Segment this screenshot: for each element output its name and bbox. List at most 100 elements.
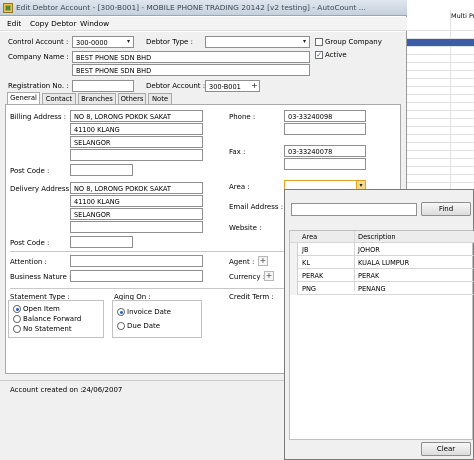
grid-row: [407, 111, 474, 119]
grid-row: [407, 47, 474, 55]
aging-on-group: [112, 300, 202, 338]
delivery-address-line-3[interactable]: SELANGOR: [70, 208, 203, 220]
radio-no-statement[interactable]: [13, 325, 21, 333]
radio-balance-forward[interactable]: [13, 315, 21, 323]
tab-branches[interactable]: Branches: [78, 93, 116, 104]
menu-window[interactable]: Window: [80, 19, 109, 28]
area-lookup-table: Area Description JB JOHOR KL KUALA LUMPU…: [289, 230, 474, 440]
grid-row: [407, 127, 474, 135]
agent-lookup-icon[interactable]: +: [258, 256, 268, 266]
area-search-input[interactable]: [291, 203, 417, 216]
grid-row: [407, 31, 474, 39]
control-account-label: Control Account :: [8, 38, 69, 46]
currency-label: Currency :: [229, 273, 266, 281]
row-area: KL: [302, 259, 310, 267]
menu-edit[interactable]: Edit: [7, 19, 21, 28]
billing-post-code-field[interactable]: [70, 164, 133, 176]
area-lookup-popup: Find Area Description JB JOHOR KL KUALA …: [284, 189, 474, 460]
group-company-checkbox[interactable]: [315, 38, 323, 46]
tab-label: Contact: [45, 95, 73, 103]
active-checkbox[interactable]: ✓: [315, 51, 323, 59]
tab-label: Others: [120, 95, 144, 103]
chevron-down-icon[interactable]: ▾: [300, 37, 309, 47]
company-name-2-value: BEST PHONE SDN BHD: [76, 67, 152, 75]
title-bar[interactable]: Edit Debtor Account - [300-B001] - MOBIL…: [0, 0, 407, 16]
clear-button[interactable]: Clear: [421, 442, 471, 456]
no-statement-label: No Statement: [23, 325, 72, 333]
column-header-area: Area: [302, 233, 318, 241]
billing-address-line-1-value: NO 8, LORONG POKOK SAKAT: [74, 113, 171, 121]
delivery-address-line-4[interactable]: [70, 221, 203, 233]
company-name-field[interactable]: BEST PHONE SDN BHD: [72, 51, 310, 63]
grid-row: [407, 63, 474, 71]
debtor-type-combo[interactable]: ▾: [205, 36, 310, 48]
company-name-label: Company Name :: [8, 53, 69, 61]
delivery-address-line-2[interactable]: 41100 KLANG: [70, 195, 203, 207]
table-row[interactable]: KL KUALA LUMPUR: [290, 256, 474, 269]
grid-column-header: Multi Pr: [451, 12, 474, 20]
table-row[interactable]: PNG PENANG: [290, 282, 474, 295]
email-address-label: Email Address :: [229, 203, 284, 211]
radio-due-date[interactable]: [117, 322, 125, 330]
plus-icon[interactable]: +: [250, 81, 259, 91]
business-nature-field[interactable]: [70, 270, 203, 282]
credit-term-label: Credit Term :: [229, 293, 274, 301]
debtor-account-value: 300-B001: [209, 83, 241, 91]
fax-2-field[interactable]: [284, 158, 366, 170]
tab-label: General: [10, 94, 37, 102]
grid-row: [407, 71, 474, 79]
grid-row: [407, 167, 474, 175]
table-row[interactable]: PERAK PERAK: [290, 269, 474, 282]
tab-contact[interactable]: Contact: [42, 93, 76, 104]
billing-address-line-1[interactable]: NO 8, LORONG POKOK SAKAT: [70, 110, 203, 122]
menu-copy-debtor[interactable]: Copy Debtor: [30, 19, 76, 28]
delivery-address-line-1[interactable]: NO 8, LORONG POKOK SAKAT: [70, 182, 203, 194]
tab-note[interactable]: Note: [148, 93, 172, 104]
row-description: KUALA LUMPUR: [358, 259, 410, 267]
debtor-account-field[interactable]: 300-B001 +: [205, 80, 260, 92]
registration-field[interactable]: [72, 80, 134, 92]
billing-address-label: Billing Address :: [10, 113, 67, 121]
table-row[interactable]: JB JOHOR: [290, 243, 474, 256]
grid-row: [407, 159, 474, 167]
company-name-2-field[interactable]: BEST PHONE SDN BHD: [72, 64, 310, 76]
menu-bar: Edit Copy Debtor Window: [0, 17, 407, 31]
delivery-address-line-1-value: NO 8, LORONG POKOK SAKAT: [74, 185, 171, 193]
find-button-label: Find: [438, 205, 454, 213]
billing-address-line-3[interactable]: SELANGOR: [70, 136, 203, 148]
billing-address-line-3-value: SELANGOR: [74, 139, 111, 147]
open-item-label: Open Item: [23, 305, 60, 313]
fax-value: 03-33240078: [288, 148, 333, 156]
grid-row-selected: [407, 39, 474, 47]
billing-address-line-4[interactable]: [70, 149, 203, 161]
attention-field[interactable]: [70, 255, 203, 267]
radio-invoice-date[interactable]: [117, 308, 125, 316]
delivery-address-line-3-value: SELANGOR: [74, 211, 111, 219]
tab-general[interactable]: General: [7, 92, 40, 104]
phone-2-field[interactable]: [284, 123, 366, 135]
autocount-app-icon: [3, 3, 13, 13]
row-area: PERAK: [302, 272, 324, 280]
business-nature-label: Business Nature :: [10, 273, 72, 281]
delivery-post-code-field[interactable]: [70, 236, 133, 248]
radio-open-item[interactable]: [13, 305, 21, 313]
billing-address-line-2[interactable]: 41100 KLANG: [70, 123, 203, 135]
registration-label: Registration No. :: [8, 82, 69, 90]
phone-field[interactable]: 03-33240098: [284, 110, 366, 122]
grid-row: [407, 79, 474, 87]
website-label: Website :: [229, 224, 262, 232]
control-account-combo[interactable]: 300-0000 ▾: [72, 36, 134, 48]
chevron-down-icon[interactable]: ▾: [124, 37, 133, 47]
row-area: JB: [302, 246, 309, 254]
find-button[interactable]: Find: [421, 202, 471, 216]
fax-field[interactable]: 03-33240078: [284, 145, 366, 157]
account-created-label: Account created on :: [10, 386, 83, 394]
grid-row: [407, 175, 474, 183]
row-description: PERAK: [358, 272, 380, 280]
grid-row: [407, 103, 474, 111]
currency-lookup-icon[interactable]: +: [264, 271, 274, 281]
control-account-value: 300-0000: [76, 39, 108, 47]
group-company-label: Group Company: [325, 38, 382, 46]
tab-others[interactable]: Others: [118, 93, 146, 104]
fax-label: Fax :: [229, 148, 246, 156]
